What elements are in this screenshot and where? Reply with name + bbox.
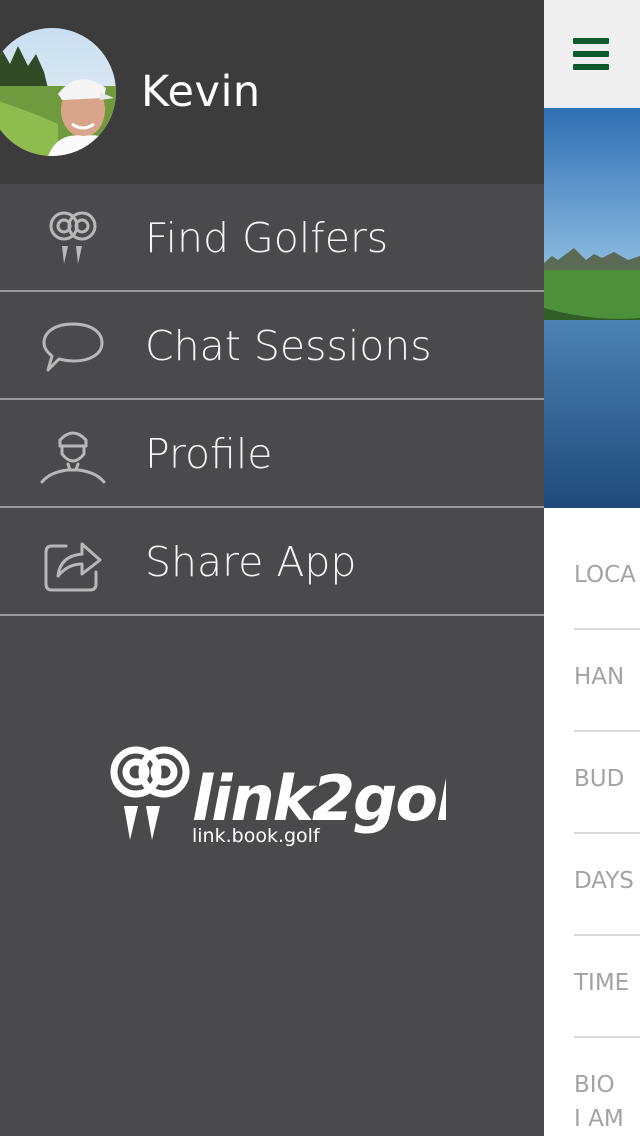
menu-item-chat-sessions[interactable]: Chat Sessions <box>0 292 544 400</box>
divider <box>574 730 640 732</box>
field-bio: BIO <box>574 1072 615 1098</box>
divider <box>574 628 640 630</box>
drawer-menu: Find Golfers Chat Sessions Profile Share… <box>0 184 544 616</box>
svg-text:link.book.golf: link.book.golf <box>192 825 321 847</box>
link2golf-logo: link2golf link.book.golf <box>110 746 446 847</box>
nav-drawer: Kevin Find Golfers Chat Sessions Profile… <box>0 0 544 1136</box>
field-budget: BUD <box>574 766 625 792</box>
user-name: Kevin <box>141 67 261 117</box>
menu-label-find-golfers: Find Golfers <box>145 214 389 262</box>
main-page: LOCA HAN BUD DAYS TIME BIO I AM <box>544 0 640 1136</box>
chat-bubble-icon <box>42 322 104 372</box>
hamburger-icon[interactable] <box>573 38 609 70</box>
field-time: TIME <box>574 970 630 996</box>
top-bar <box>544 0 640 108</box>
divider <box>574 832 640 834</box>
menu-label-profile: Profile <box>145 430 273 478</box>
golf-course-image <box>544 108 640 508</box>
menu-label-chat-sessions: Chat Sessions <box>145 322 432 370</box>
field-handicap: HAN <box>574 664 625 690</box>
menu-item-find-golfers[interactable]: Find Golfers <box>0 184 544 292</box>
share-icon <box>44 542 102 592</box>
divider <box>574 1036 640 1038</box>
bio-text: I AM <box>574 1106 624 1132</box>
menu-item-share-app[interactable]: Share App <box>0 508 544 616</box>
divider <box>574 934 640 936</box>
avatar[interactable] <box>0 28 116 156</box>
person-icon <box>40 431 106 484</box>
menu-label-share-app: Share App <box>145 538 357 586</box>
golf-tees-icon <box>49 211 97 264</box>
menu-item-profile[interactable]: Profile <box>0 400 544 508</box>
drawer-header: Kevin <box>0 0 544 184</box>
field-location: LOCA <box>574 562 636 588</box>
field-days: DAYS <box>574 868 634 894</box>
